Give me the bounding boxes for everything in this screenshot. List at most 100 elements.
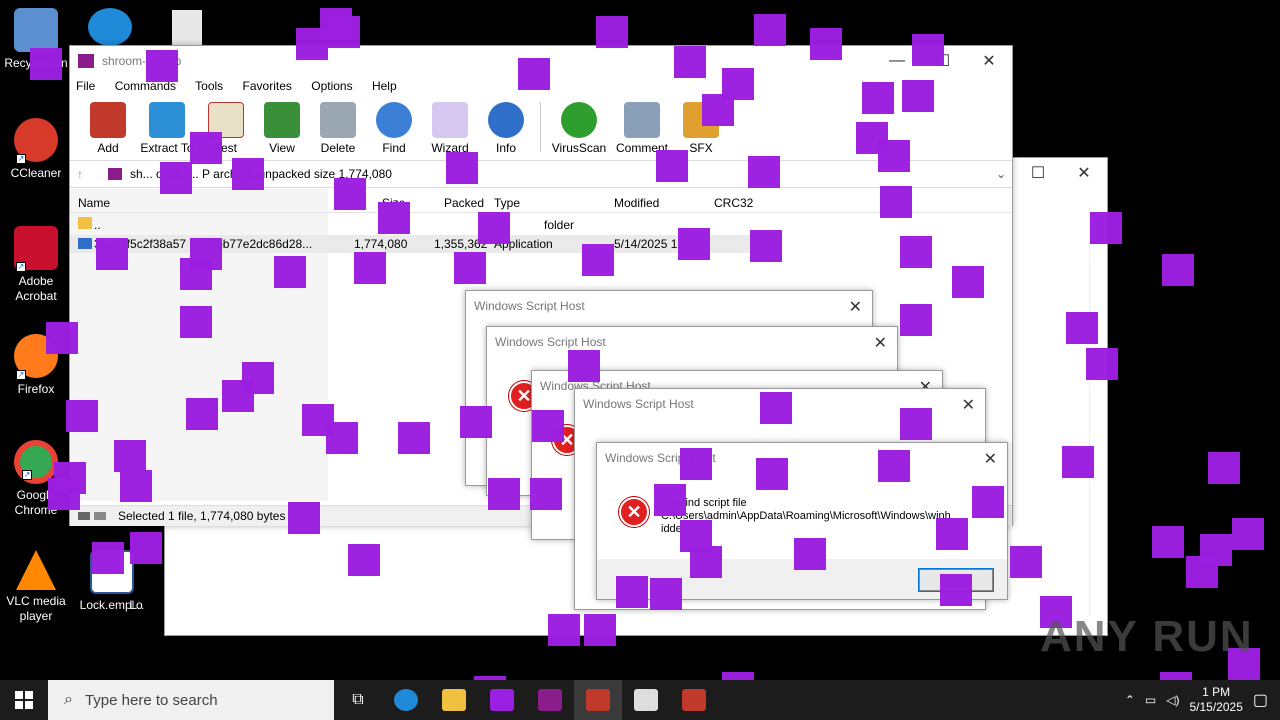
table-row[interactable]: 3c... 7f5c2f38a57 ... 07bb77e2dc86d28...… [70,235,770,253]
task-view-button[interactable]: ⧉ [334,680,382,720]
edge-icon[interactable] [88,8,132,46]
overlay-square [1232,518,1264,550]
path-bar: ↑ sh... oom.z... P archive, unpacked siz… [70,160,1012,188]
menu-options[interactable]: Options [311,79,352,93]
shortcut-arrow-icon: ↗ [16,154,26,164]
desktop-icon-label: Adobe Acrobat [15,274,57,303]
taskbar-app[interactable] [622,680,670,720]
overlay-square [548,614,580,646]
column-header-row: Name Size Packed Type Modified CRC32 [70,191,1012,213]
desktop-icon-adobe-acrobat[interactable]: ↗ Adobe Acrobat [0,226,72,304]
tool-comment-button[interactable]: Comment [611,102,673,155]
overlay-square [222,380,254,412]
tool-view-button[interactable]: View [254,102,310,155]
trash-icon [320,102,356,138]
overlay-square [880,186,912,218]
overlay-square [900,236,932,268]
desktop-icon-ccleaner[interactable]: ↗ CCleaner [0,118,72,181]
close-button[interactable]: ✕ [966,46,1012,76]
overlay-square [650,578,682,610]
close-icon[interactable]: ✕ [849,297,862,317]
overlay-square [810,28,842,60]
recycle-bin-icon [14,8,58,52]
table-row[interactable]: .. folder [70,216,770,234]
column-packed[interactable]: Packed [444,196,484,210]
menu-tools[interactable]: Tools [195,79,223,93]
error-icon: ✕ [619,497,649,527]
taskbar-store[interactable] [478,680,526,720]
overlay-square [616,576,648,608]
tool-find-button[interactable]: Find [366,102,422,155]
tool-add-button[interactable]: Add [80,102,136,155]
overlay-square [702,94,734,126]
tool-label: SFX [689,141,713,155]
overlay-square [328,16,360,48]
archive-icon [108,168,122,180]
overlay-square [1090,212,1122,244]
chevron-up-icon[interactable]: ⌃ [1125,693,1135,707]
notification-icon[interactable]: ▢ [1253,690,1268,710]
taskbar-wsh-active[interactable] [574,680,622,720]
close-icon[interactable]: ✕ [962,395,975,415]
overlay-square [794,538,826,570]
tool-extract-button[interactable]: Extract To [136,102,198,155]
menu-file[interactable]: File [76,79,95,93]
desktop-icon-vlc[interactable]: VLC media player [0,550,72,624]
taskbar-winrar[interactable] [526,680,574,720]
overlay-square [654,484,686,516]
status-text: Selected 1 file, 1,774,080 bytes [118,509,286,523]
overlay-square [348,544,380,576]
overlay-square [378,202,410,234]
tool-virusscan-button[interactable]: VirusScan [547,102,611,155]
overlay-square [748,156,780,188]
taskbar-search-box[interactable]: ⌕ Type here to search [48,680,334,720]
menu-help[interactable]: Help [372,79,397,93]
close-icon[interactable]: ✕ [874,333,887,353]
start-button[interactable] [0,680,48,720]
clock-time: 1 PM [1202,685,1231,699]
drive-icon [78,512,90,520]
clock-date: 5/15/2025 [1189,700,1243,714]
desktop-icon-label: VLC media player [6,594,66,623]
tool-info-button[interactable]: Info [478,102,534,155]
overlay-square [488,478,520,510]
overlay-square [518,58,550,90]
overlay-square [596,16,628,48]
close-icon[interactable]: ✕ [984,449,997,469]
overlay-square [1152,526,1184,558]
scrollbar[interactable] [1089,206,1103,616]
column-crc32[interactable]: CRC32 [714,196,753,210]
overlay-square [690,546,722,578]
dialog-title: Windows Script Host [583,397,694,411]
toolbar-separator [540,102,541,152]
overlay-square [756,458,788,490]
overlay-square [446,152,478,184]
tool-wizard-button[interactable]: Wizard [422,102,478,155]
chevron-down-icon[interactable]: ⌄ [996,167,1006,181]
shortcut-arrow-icon: ↗ [16,262,26,272]
file-thumbnail-icon[interactable] [172,10,202,46]
column-type[interactable]: Type [494,196,520,210]
column-modified[interactable]: Modified [614,196,659,210]
tool-delete-button[interactable]: Delete [310,102,366,155]
overlay-square [656,150,688,182]
script-host-icon [586,689,610,711]
tool-label: Delete [320,141,356,155]
taskbar-app-2[interactable] [670,680,718,720]
menu-favorites[interactable]: Favorites [243,79,292,93]
overlay-square [972,486,1004,518]
taskbar-explorer[interactable] [430,680,478,720]
clock[interactable]: 1 PM 5/15/2025 [1189,685,1242,715]
up-arrow-icon[interactable]: ↑ [70,167,90,181]
winrar-app-icon [78,54,94,68]
column-name[interactable]: Name [78,196,110,210]
overlay-square [1162,254,1194,286]
volume-icon[interactable]: ◁) [1166,693,1179,707]
close-button[interactable]: ✕ [1061,158,1107,188]
overlay-square [190,132,222,164]
overlay-square [754,14,786,46]
maximize-button[interactable]: ☐ [1015,158,1061,188]
taskbar-edge[interactable] [382,680,430,720]
overlay-square [334,178,366,210]
network-icon[interactable]: ▭ [1145,693,1156,707]
